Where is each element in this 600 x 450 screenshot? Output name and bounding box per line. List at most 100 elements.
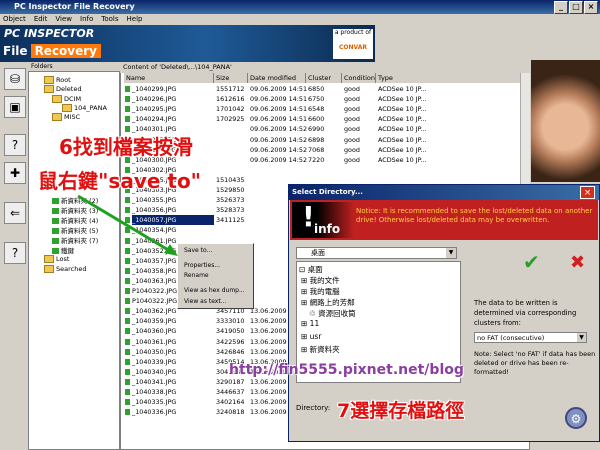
help-question-icon[interactable]: ? bbox=[4, 134, 26, 156]
column-name[interactable]: Name bbox=[124, 73, 214, 83]
table-row[interactable]: _1040294.JPG 1702925 09.06.2009 14:51 6600 g… bbox=[124, 114, 522, 124]
table-cell: _1040360.JPG bbox=[132, 327, 177, 336]
dir-node-desktop[interactable]: ⊡ 桌面 bbox=[299, 264, 323, 275]
chevron-down-icon[interactable]: ▼ bbox=[577, 333, 586, 342]
menu-view-text[interactable]: View as text... bbox=[184, 298, 226, 305]
menu-tools[interactable]: Tools bbox=[101, 14, 118, 25]
partner-prefix: a product of bbox=[334, 29, 372, 36]
tree-node-root[interactable]: Root bbox=[44, 76, 71, 84]
dir-node-recycle-bin[interactable]: ♲ 資源回收筒 bbox=[309, 308, 356, 319]
fat-select[interactable]: no FAT (consecutive) ▼ bbox=[474, 332, 587, 343]
menu-properties[interactable]: Properties... bbox=[184, 262, 220, 269]
cancel-x-icon[interactable]: ✖ bbox=[570, 252, 585, 273]
open-drive-icon[interactable]: ⛁ bbox=[4, 68, 26, 90]
dialog-title: Select Directory... bbox=[289, 185, 599, 200]
file-icon bbox=[125, 237, 130, 244]
table-row[interactable]: _1040299.JPG 1551712 09.06.2009 14:51 6850 g… bbox=[124, 84, 522, 94]
tree-node-searched[interactable]: Searched bbox=[44, 265, 86, 273]
tree-node-dcim[interactable]: DCIM bbox=[52, 95, 81, 103]
folder-icon bbox=[52, 228, 59, 234]
dir-node-11[interactable]: ⊞ 11 bbox=[301, 319, 319, 328]
table-cell: 3402164 bbox=[216, 398, 245, 407]
question-icon[interactable]: ? bbox=[4, 242, 26, 264]
table-row[interactable]: _1040296.JPG 1612616 09.06.2009 14:51 6750 g… bbox=[124, 94, 522, 104]
table-cell: good bbox=[344, 135, 360, 144]
drive-select[interactable]: 桌面 ▼ bbox=[296, 247, 457, 259]
table-cell: 09.06.2009 14:52 bbox=[250, 155, 308, 164]
table-cell: 1702925 bbox=[216, 115, 245, 124]
table-cell: _1040295.JPG bbox=[132, 105, 177, 114]
table-cell: _1040354.JPG bbox=[132, 226, 177, 235]
brand-name: PC INSPECTOR bbox=[4, 27, 95, 40]
menu-object[interactable]: Object bbox=[3, 14, 26, 25]
menu-edit[interactable]: Edit bbox=[34, 14, 48, 25]
menu-rename[interactable]: Rename bbox=[184, 272, 209, 279]
ok-checkmark-icon[interactable]: ✔ bbox=[523, 250, 540, 274]
table-cell: 1510435 bbox=[216, 175, 245, 184]
table-cell: _1040350.JPG bbox=[132, 347, 177, 356]
dir-node-my-computer[interactable]: ⊞ 我的電腦 bbox=[301, 286, 340, 297]
tree-node-folder5[interactable]: 新資料夾 (5) bbox=[52, 225, 98, 235]
exit-icon[interactable]: ⇐ bbox=[4, 202, 26, 224]
recover-icon[interactable]: ✚ bbox=[4, 162, 26, 184]
menu-save-to[interactable]: Save to... bbox=[184, 247, 212, 254]
tree-node-deleted[interactable]: Deleted bbox=[44, 85, 81, 93]
table-cell: 6600 bbox=[308, 115, 325, 124]
folder-icon bbox=[52, 113, 62, 121]
file-icon bbox=[125, 409, 130, 416]
table-cell: 1551712 bbox=[216, 85, 245, 93]
column-cluster[interactable]: Cluster bbox=[306, 73, 342, 83]
tree-node-104pana[interactable]: 104_PANA bbox=[62, 104, 107, 112]
dir-node-my-documents[interactable]: ⊞ 我的文件 bbox=[301, 275, 340, 286]
file-icon bbox=[125, 247, 130, 254]
close-button[interactable]: × bbox=[584, 1, 598, 14]
column-date[interactable]: Date modified bbox=[248, 73, 306, 83]
table-cell: _1040340.JPG bbox=[132, 367, 177, 376]
menu-help[interactable]: Help bbox=[127, 14, 143, 25]
maximize-button[interactable]: □ bbox=[569, 1, 583, 14]
file-icon bbox=[125, 378, 130, 385]
tree-node-tiejian[interactable]: 鐵鍵 bbox=[52, 245, 74, 255]
column-condition[interactable]: Condition bbox=[342, 73, 376, 83]
menu-view[interactable]: View bbox=[55, 14, 72, 25]
dir-node-usr[interactable]: ⊞ usr bbox=[301, 332, 321, 341]
tree-node-folder7[interactable]: 新資料夾 (7) bbox=[52, 235, 98, 245]
table-cell: 6548 bbox=[308, 105, 325, 114]
gear-icon[interactable]: ⚙ bbox=[565, 407, 587, 429]
column-type[interactable]: Type bbox=[376, 73, 522, 83]
dir-node-network[interactable]: ⊞ 網路上的芳鄰 bbox=[301, 297, 355, 308]
tree-node-folder3[interactable]: 新資料夾 (3) bbox=[52, 205, 98, 215]
dialog-close-icon[interactable]: × bbox=[580, 186, 595, 199]
tree-node-folder4[interactable]: 新資料夾 (4) bbox=[52, 215, 98, 225]
column-size[interactable]: Size bbox=[214, 73, 248, 83]
folder-icon bbox=[44, 85, 54, 93]
table-cell: ACDSee 10 JP... bbox=[378, 85, 427, 93]
table-cell: 1612616 bbox=[216, 95, 245, 104]
dialog-notice-text: Notice: It is recommended to save the lo… bbox=[356, 207, 593, 224]
cluster-description: The data to be written is determined via… bbox=[474, 299, 577, 327]
file-icon bbox=[125, 257, 130, 264]
table-cell: ACDSee 10 JP... bbox=[378, 135, 427, 144]
chevron-down-icon[interactable]: ▼ bbox=[446, 248, 456, 258]
table-cell: 1701042 bbox=[216, 105, 245, 114]
table-cell: 09.06.2009 14:51 bbox=[250, 115, 308, 124]
table-cell: 3333010 bbox=[216, 317, 245, 326]
brand-recovery: Recovery bbox=[30, 44, 101, 58]
menu-view-hex[interactable]: View as hex dump... bbox=[184, 287, 245, 294]
folder-icon bbox=[44, 255, 54, 263]
tree-node-misc[interactable]: MISC bbox=[52, 113, 80, 121]
table-cell: 09.06.2009 14:51 bbox=[250, 95, 308, 104]
tree-node-lost[interactable]: Lost bbox=[44, 255, 69, 263]
table-cell: _1040355.JPG bbox=[132, 196, 177, 205]
table-cell: 6750 bbox=[308, 95, 325, 104]
tree-node-folder2[interactable]: 新資料夾 (2) bbox=[52, 195, 98, 205]
step6-annotation-line2: 鼠右鍵"save to" bbox=[38, 169, 202, 193]
menu-info[interactable]: Info bbox=[80, 14, 93, 25]
file-icon bbox=[125, 308, 130, 315]
save-disk-icon[interactable]: ▣ bbox=[4, 96, 26, 118]
context-menu: Save to... Properties... Rename View as … bbox=[177, 243, 254, 309]
minimize-button[interactable]: _ bbox=[554, 1, 568, 14]
table-row[interactable]: _1040295.JPG 1701042 09.06.2009 14:51 6548 g… bbox=[124, 104, 522, 114]
dir-node-new-folder[interactable]: ⊞ 新資料夾 bbox=[301, 344, 340, 355]
file-icon bbox=[125, 277, 130, 284]
